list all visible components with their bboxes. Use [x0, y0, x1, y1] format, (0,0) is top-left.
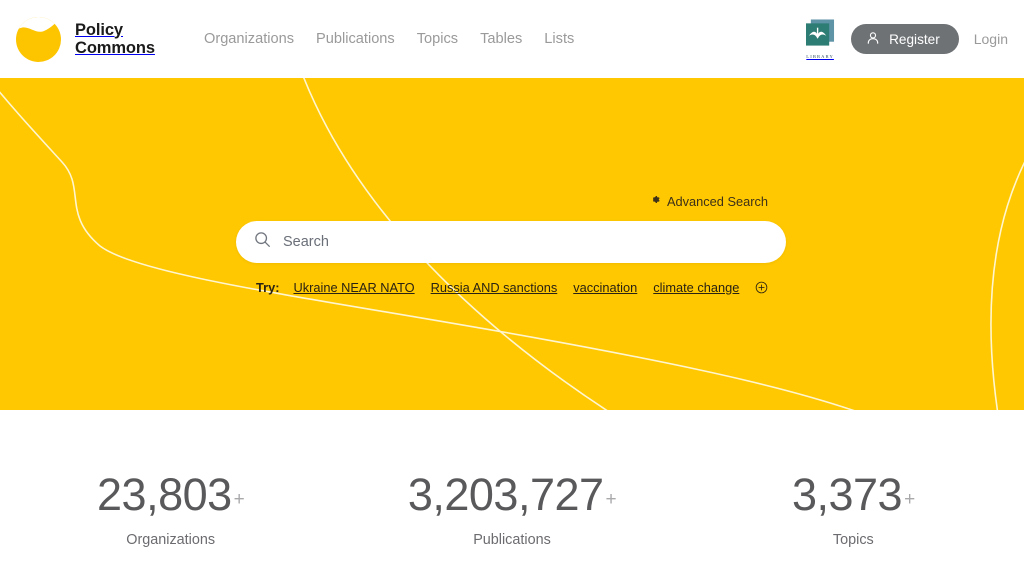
brand-name: Policy Commons: [75, 20, 155, 57]
header-actions: LIBRARY Register Login: [804, 0, 1008, 78]
stat-topics-value: 3,373: [791, 469, 903, 520]
stat-organizations-suffix: +: [233, 489, 245, 510]
nav-item-lists[interactable]: Lists: [544, 31, 574, 47]
stat-publications-value: 3,203,727: [407, 469, 604, 520]
open-book-library-icon: [805, 19, 836, 53]
library-badge-link[interactable]: LIBRARY: [804, 19, 836, 59]
nav-item-tables[interactable]: Tables: [480, 31, 522, 47]
nav-item-topics[interactable]: Topics: [417, 31, 458, 47]
search-box[interactable]: [236, 221, 786, 263]
library-caption: LIBRARY: [806, 54, 834, 59]
page-root: Policy Commons Organizations Publication…: [0, 0, 1024, 567]
try-link-russia-and-sanctions[interactable]: Russia AND sanctions: [431, 280, 558, 295]
stat-publications: 3,203,727 + Publications: [341, 410, 682, 567]
stat-organizations: 23,803 + Organizations: [0, 410, 341, 567]
advanced-search-link[interactable]: Advanced Search: [649, 193, 768, 209]
stat-topics: 3,373 + Topics: [683, 410, 1024, 567]
login-link[interactable]: Login: [974, 31, 1008, 47]
hero-banner: Advanced Search Try: Ukraine NEAR NATO R…: [0, 78, 1024, 410]
hero-content: Advanced Search Try: Ukraine NEAR NATO R…: [0, 78, 1024, 410]
nav-item-publications[interactable]: Publications: [316, 31, 395, 47]
stat-value-wrap: 3,373 +: [792, 472, 915, 517]
try-link-ukraine-near-nato[interactable]: Ukraine NEAR NATO: [293, 280, 414, 295]
stat-topics-label: Topics: [832, 532, 874, 548]
stat-organizations-label: Organizations: [126, 532, 216, 548]
try-link-vaccination[interactable]: vaccination: [573, 280, 637, 295]
site-header: Policy Commons Organizations Publication…: [0, 0, 1024, 78]
register-button[interactable]: Register: [851, 24, 959, 54]
stat-value-wrap: 3,203,727 +: [407, 469, 617, 520]
search-icon: [254, 231, 271, 253]
stat-value-wrap: 23,803 +: [97, 469, 245, 520]
primary-navigation: Organizations Publications Topics Tables…: [204, 31, 574, 47]
try-suggestions: Try: Ukraine NEAR NATO Russia AND sancti…: [256, 280, 768, 295]
policy-commons-circle-logo-icon: [14, 15, 63, 64]
stat-publications-label: Publications: [473, 532, 551, 548]
try-label: Try:: [256, 280, 280, 295]
user-person-icon: [866, 31, 880, 48]
gear-icon: [649, 193, 662, 209]
stat-publications-suffix: +: [605, 489, 617, 510]
brand-logo-link[interactable]: Policy Commons: [14, 15, 155, 64]
plus-circle-icon[interactable]: [755, 281, 768, 294]
register-button-label: Register: [889, 31, 940, 47]
nav-item-organizations[interactable]: Organizations: [204, 31, 294, 47]
try-link-climate-change[interactable]: climate change: [653, 280, 739, 295]
advanced-search-label: Advanced Search: [667, 193, 769, 209]
stats-section: 23,803 + Organizations 3,203,727 + Publi…: [0, 410, 1024, 567]
stat-topics-suffix: +: [904, 489, 915, 510]
search-input[interactable]: [283, 227, 753, 257]
stat-organizations-value: 23,803: [97, 469, 232, 520]
